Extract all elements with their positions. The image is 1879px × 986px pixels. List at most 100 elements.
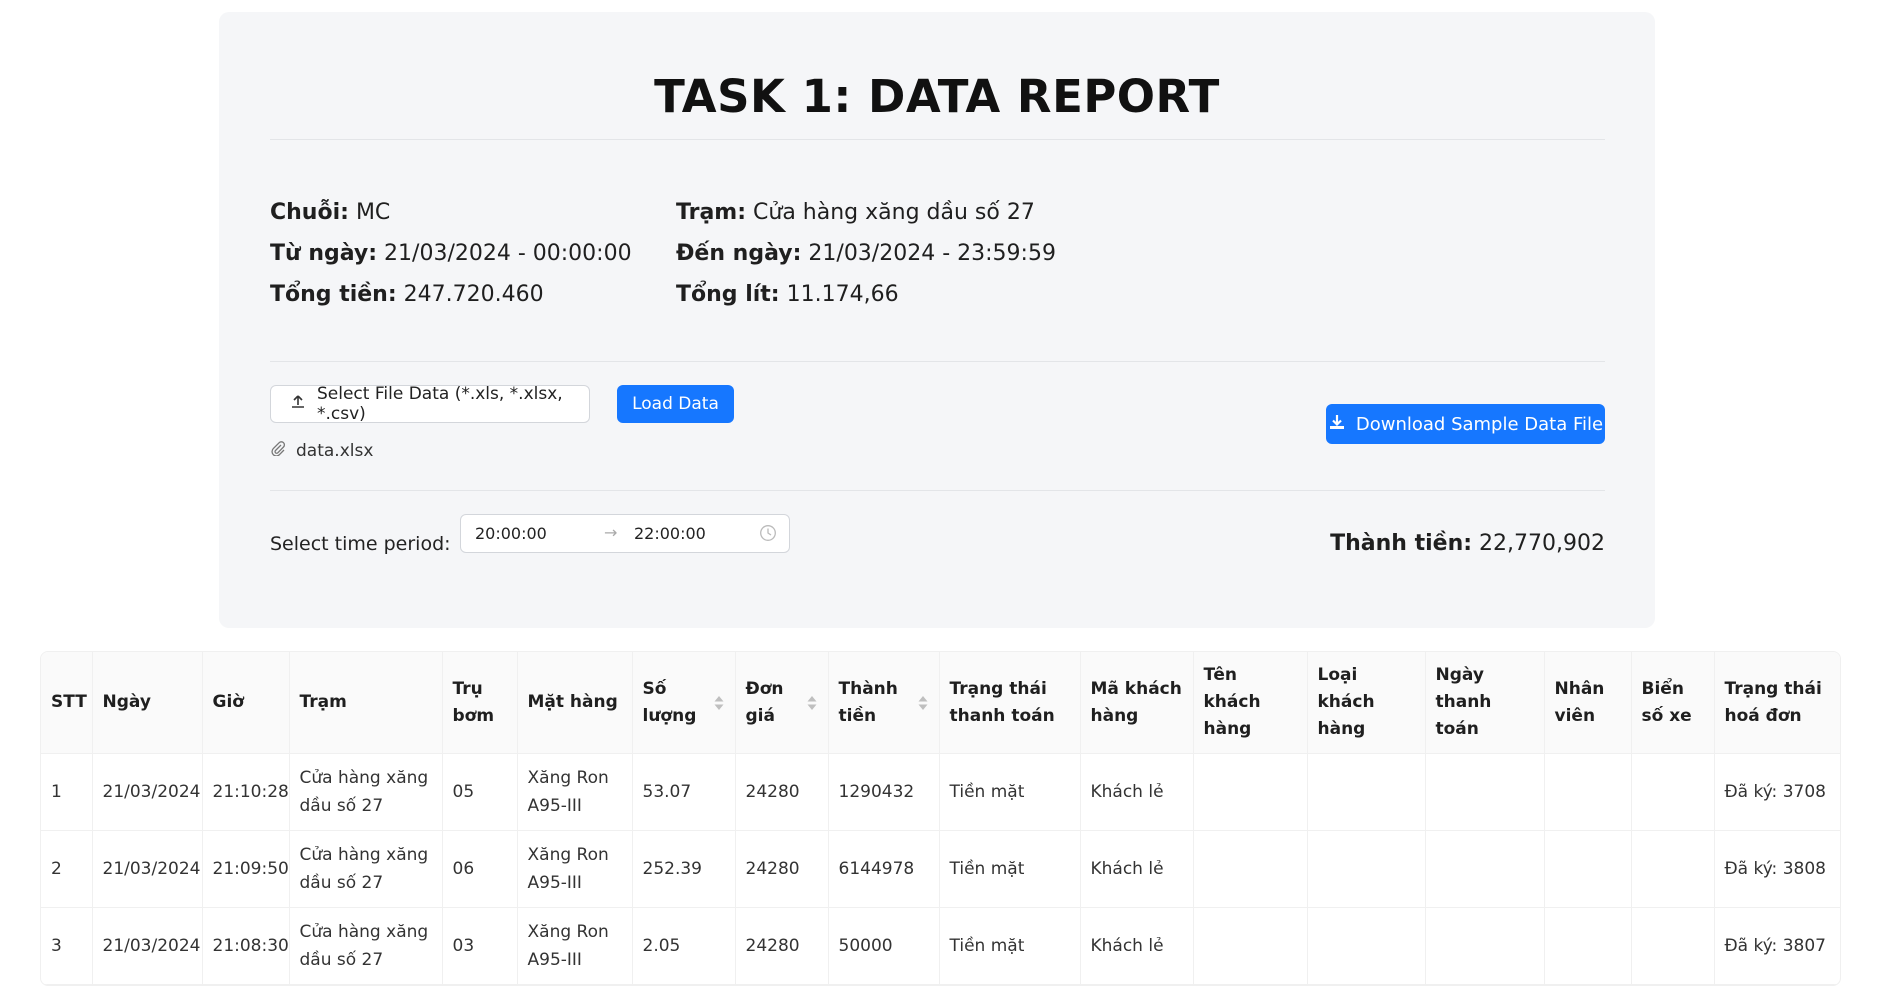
table-cell bbox=[1425, 907, 1545, 985]
station-label: Trạm: bbox=[676, 200, 747, 225]
table-cell: 21:09:50 bbox=[202, 830, 290, 908]
table-cell bbox=[1631, 830, 1715, 908]
start-time-input[interactable]: 20:00:00 bbox=[475, 524, 547, 543]
table-cell: 21/03/2024 bbox=[92, 830, 203, 908]
table-cell: Tiền mặt bbox=[939, 753, 1081, 831]
column-header-sortable[interactable]: Số lượng bbox=[632, 652, 736, 754]
table-cell: Tiền mặt bbox=[939, 907, 1081, 985]
table-cell: 21:10:28 bbox=[202, 753, 290, 831]
column-header: Ngày thanh toán bbox=[1425, 652, 1545, 754]
table-cell: 24280 bbox=[735, 830, 829, 908]
load-data-button[interactable]: Load Data bbox=[617, 385, 734, 423]
column-header: Giờ bbox=[202, 652, 290, 754]
sort-icon[interactable] bbox=[713, 693, 725, 713]
to-date-info: Đến ngày: 21/03/2024 - 23:59:59 bbox=[676, 241, 1056, 266]
table-cell: 21/03/2024 bbox=[92, 753, 203, 831]
column-header: Nhân viên bbox=[1544, 652, 1632, 754]
table-cell bbox=[1307, 907, 1426, 985]
table-row[interactable]: 1 21/03/2024 21:10:28 Cửa hàng xăng dầu … bbox=[41, 753, 1840, 831]
column-header: Trạng thái thanh toán bbox=[939, 652, 1081, 754]
table-cell: 2 bbox=[41, 830, 93, 908]
table-cell bbox=[1425, 830, 1545, 908]
from-date-value: 21/03/2024 - 00:00:00 bbox=[384, 241, 632, 266]
table-cell bbox=[1544, 753, 1632, 831]
period-amount-value: 22,770,902 bbox=[1479, 531, 1605, 556]
total-liters-value: 11.174,66 bbox=[786, 282, 899, 307]
column-header: Trạm bbox=[289, 652, 443, 754]
time-range-picker[interactable]: 20:00:00 → 22:00:00 bbox=[460, 514, 790, 553]
table-cell: 50000 bbox=[828, 907, 940, 985]
data-table: STT Ngày Giờ Trạm Trụ bơm Mặt hàng Số lư… bbox=[41, 652, 1840, 985]
total-liters-label: Tổng lít: bbox=[676, 282, 780, 307]
table-cell: 06 bbox=[442, 830, 518, 908]
chain-value: MC bbox=[355, 200, 391, 225]
table-cell: 03 bbox=[442, 907, 518, 985]
table-cell bbox=[1193, 907, 1308, 985]
chain-info: Chuỗi: MC bbox=[270, 200, 390, 225]
table-cell: 05 bbox=[442, 753, 518, 831]
table-cell: Đã ký: 3808 bbox=[1714, 830, 1840, 908]
uploaded-file-item[interactable]: data.xlsx bbox=[270, 440, 373, 461]
select-file-label: Select File Data (*.xls, *.xlsx, *.csv) bbox=[317, 384, 563, 424]
table-cell bbox=[1544, 907, 1632, 985]
table-cell bbox=[1631, 907, 1715, 985]
sort-icon[interactable] bbox=[806, 693, 818, 713]
table-cell bbox=[1307, 753, 1426, 831]
table-cell: Cửa hàng xăng dầu số 27 bbox=[289, 830, 443, 908]
table-cell: 53.07 bbox=[632, 753, 736, 831]
column-header: Mặt hàng bbox=[517, 652, 633, 754]
table-cell: Xăng Ron A95-III bbox=[517, 830, 633, 908]
column-header-label: Thành tiền bbox=[838, 678, 898, 726]
period-label: Select time period: bbox=[270, 533, 451, 555]
data-table-container: STT Ngày Giờ Trạm Trụ bơm Mặt hàng Số lư… bbox=[40, 651, 1841, 986]
divider bbox=[270, 139, 1605, 140]
table-cell: Khách lẻ bbox=[1080, 830, 1194, 908]
to-date-value: 21/03/2024 - 23:59:59 bbox=[808, 241, 1056, 266]
table-cell: 24280 bbox=[735, 753, 829, 831]
end-time-input[interactable]: 22:00:00 bbox=[634, 524, 706, 543]
table-cell: 1 bbox=[41, 753, 93, 831]
total-money-info: Tổng tiền: 247.720.460 bbox=[270, 282, 544, 307]
period-amount-label: Thành tiền: bbox=[1330, 531, 1473, 556]
table-cell: Xăng Ron A95-III bbox=[517, 907, 633, 985]
column-header-sortable[interactable]: Thành tiền bbox=[828, 652, 940, 754]
from-date-info: Từ ngày: 21/03/2024 - 00:00:00 bbox=[270, 241, 632, 266]
select-file-button[interactable]: Select File Data (*.xls, *.xlsx, *.csv) bbox=[270, 384, 590, 424]
table-cell bbox=[1193, 830, 1308, 908]
table-cell: Xăng Ron A95-III bbox=[517, 753, 633, 831]
table-row[interactable]: 2 21/03/2024 21:09:50 Cửa hàng xăng dầu … bbox=[41, 830, 1840, 908]
total-liters-info: Tổng lít: 11.174,66 bbox=[676, 282, 899, 307]
table-cell: 21:08:30 bbox=[202, 907, 290, 985]
to-date-label: Đến ngày: bbox=[676, 241, 802, 266]
station-info: Trạm: Cửa hàng xăng dầu số 27 bbox=[676, 200, 1035, 225]
column-header-sortable[interactable]: Đơn giá bbox=[735, 652, 829, 754]
table-cell: 21/03/2024 bbox=[92, 907, 203, 985]
sort-icon[interactable] bbox=[917, 693, 929, 713]
table-cell: 6144978 bbox=[828, 830, 940, 908]
period-amount: Thành tiền: 22,770,902 bbox=[1330, 531, 1605, 556]
column-header: Mã khách hàng bbox=[1080, 652, 1194, 754]
download-icon bbox=[1328, 413, 1356, 436]
page-title: TASK 1: DATA REPORT bbox=[654, 70, 1220, 123]
download-sample-button[interactable]: Download Sample Data File bbox=[1326, 404, 1605, 444]
divider bbox=[270, 490, 1605, 491]
table-cell: Đã ký: 3807 bbox=[1714, 907, 1840, 985]
column-header: STT bbox=[41, 652, 93, 754]
from-date-label: Từ ngày: bbox=[270, 241, 378, 266]
upload-icon bbox=[291, 394, 317, 414]
chain-label: Chuỗi: bbox=[270, 200, 349, 225]
table-cell bbox=[1631, 753, 1715, 831]
table-row[interactable]: 3 21/03/2024 21:08:30 Cửa hàng xăng dầu … bbox=[41, 907, 1840, 985]
table-cell bbox=[1307, 830, 1426, 908]
clock-icon bbox=[759, 524, 777, 546]
report-panel: TASK 1: DATA REPORT Chuỗi: MC Trạm: Cửa … bbox=[219, 12, 1655, 628]
column-header: Trạng thái hoá đơn bbox=[1714, 652, 1840, 754]
table-cell: Đã ký: 3708 bbox=[1714, 753, 1840, 831]
column-header: Tên khách hàng bbox=[1193, 652, 1308, 754]
station-value: Cửa hàng xăng dầu số 27 bbox=[753, 200, 1035, 225]
table-cell bbox=[1193, 753, 1308, 831]
table-cell: Khách lẻ bbox=[1080, 753, 1194, 831]
download-label: Download Sample Data File bbox=[1355, 413, 1604, 435]
table-cell: Cửa hàng xăng dầu số 27 bbox=[289, 753, 443, 831]
table-cell: 1290432 bbox=[828, 753, 940, 831]
